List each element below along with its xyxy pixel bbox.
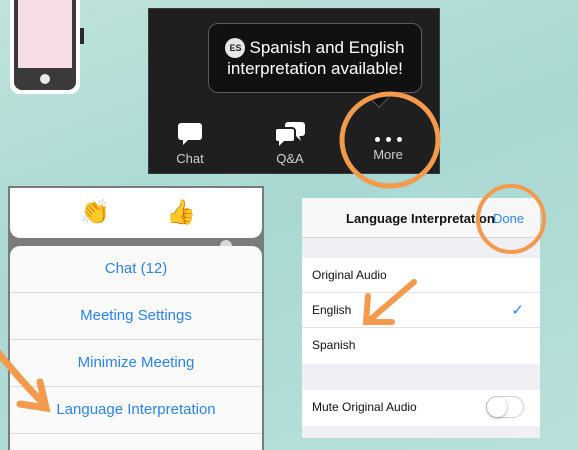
meeting-toolbar: Chat Q&A More [149, 113, 439, 175]
chat-bubble-icon [178, 123, 202, 145]
menu-item-meeting-settings[interactable]: Meeting Settings [10, 293, 262, 340]
tooltip-line-1: ES Spanish and English [209, 37, 421, 58]
menu-item-chat[interactable]: Chat (12) [10, 246, 262, 293]
language-option-label: English [312, 303, 352, 317]
more-button[interactable]: More [353, 121, 423, 171]
phone-illustration [0, 0, 94, 98]
done-button[interactable]: Done [493, 211, 524, 226]
mute-original-audio-group: Mute Original Audio [302, 390, 540, 426]
interpretation-tooltip[interactable]: ES Spanish and English interpretation ava… [208, 23, 422, 93]
clap-reaction-icon[interactable]: 👏 [80, 198, 110, 228]
qa-bubbles-icon [274, 122, 305, 146]
language-option-spanish[interactable]: Spanish [302, 328, 540, 363]
menu-list: Chat (12) Meeting Settings Minimize Meet… [10, 246, 262, 450]
mute-original-audio-row: Mute Original Audio [302, 390, 540, 425]
more-menu-sheet: 👏 👍 Chat (12) Meeting Settings Minimize … [8, 186, 264, 450]
thumbs-up-reaction-icon[interactable]: 👍 [166, 198, 196, 228]
chat-button[interactable]: Chat [155, 121, 225, 171]
mute-original-audio-toggle[interactable] [486, 396, 524, 418]
more-dots-icon [353, 121, 423, 147]
language-option-english[interactable]: English ✓ [302, 293, 540, 328]
toggle-knob [487, 397, 507, 417]
mute-original-audio-label: Mute Original Audio [312, 400, 417, 414]
es-badge-icon: ES [225, 38, 246, 58]
tooltip-text-1: Spanish and English [249, 38, 405, 57]
tooltip-text-2: interpretation available! [227, 59, 403, 78]
chat-button-label: Chat [176, 151, 204, 166]
language-option-original-audio[interactable]: Original Audio [302, 258, 540, 293]
meeting-toolbar-panel: ES Spanish and English interpretation ava… [148, 8, 440, 174]
language-panel-header: Language Interpretation Done [302, 198, 540, 238]
language-option-label: Spanish [312, 338, 356, 352]
more-button-label: More [373, 147, 403, 162]
language-options-group: Original Audio English ✓ Spanish [302, 258, 540, 364]
qa-button[interactable]: Q&A [255, 121, 325, 171]
qa-button-label: Q&A [276, 151, 304, 166]
checkmark-icon: ✓ [511, 302, 524, 319]
menu-item-language-interpretation[interactable]: Language Interpretation [10, 387, 262, 434]
menu-item-minimize-meeting[interactable]: Minimize Meeting [10, 340, 262, 387]
language-option-label: Original Audio [312, 268, 387, 282]
reaction-bar: 👏 👍 [10, 188, 262, 238]
language-interpretation-panel: Language Interpretation Done Original Au… [302, 198, 540, 438]
language-panel-title: Language Interpretation [346, 211, 495, 226]
